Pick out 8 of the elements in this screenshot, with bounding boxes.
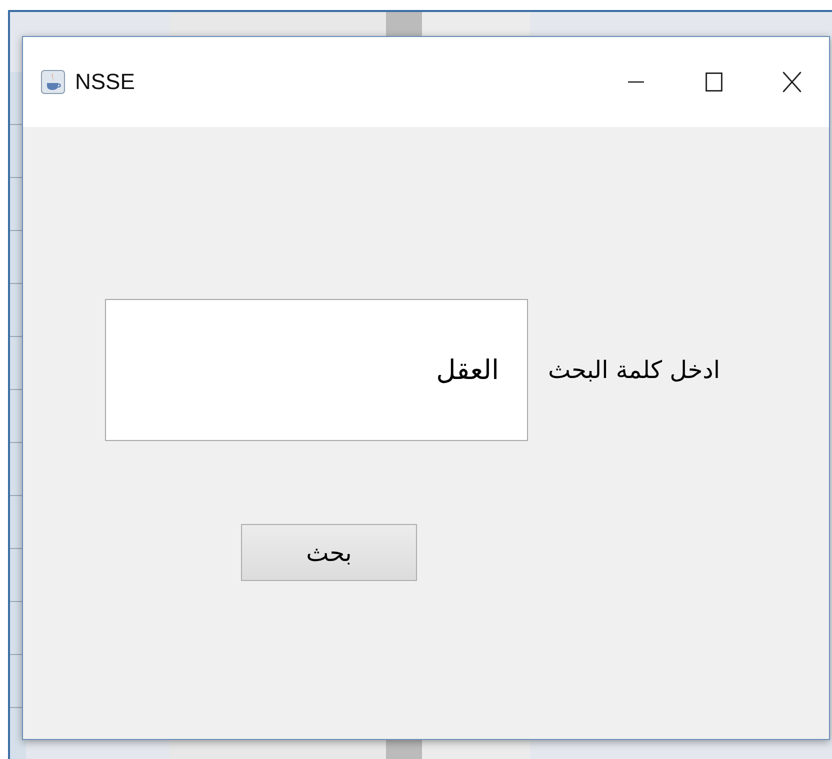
coffee-cup-icon xyxy=(41,70,65,94)
close-icon xyxy=(781,71,803,93)
search-label: ادخل كلمة البحث xyxy=(548,356,720,384)
search-field[interactable]: العقل xyxy=(105,299,528,441)
search-button[interactable]: بحث xyxy=(241,524,417,581)
minimize-icon xyxy=(625,81,647,83)
window-title: NSSE xyxy=(75,69,135,95)
maximize-icon xyxy=(703,71,725,93)
